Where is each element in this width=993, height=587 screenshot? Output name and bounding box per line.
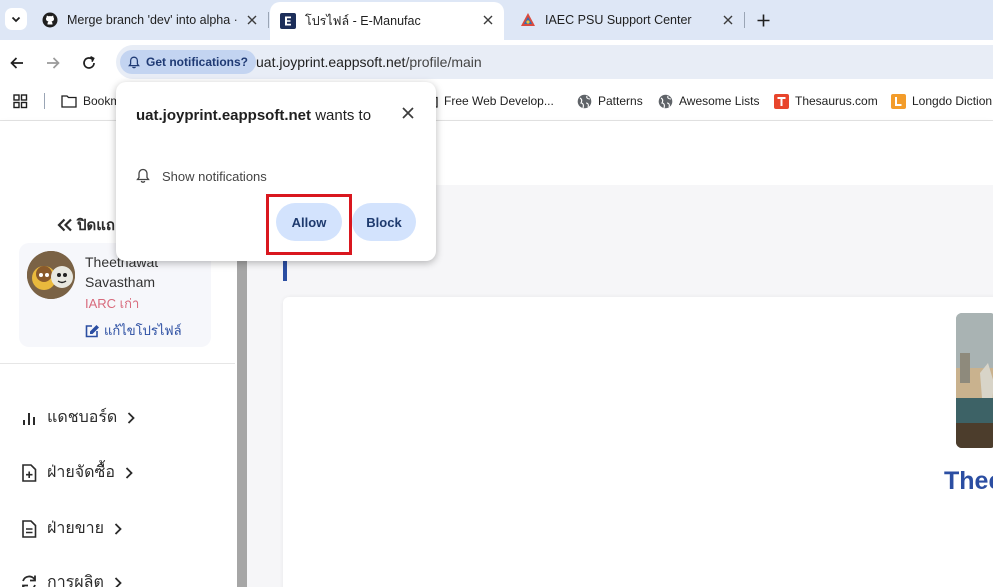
github-icon bbox=[42, 12, 58, 28]
url-domain: uat.joyprint.eappsoft.net bbox=[256, 54, 406, 70]
popup-title-suffix: wants to bbox=[315, 107, 372, 124]
browser-toolbar: Get notifications? uat.joyprint.eappsoft… bbox=[0, 40, 993, 86]
e-logo-icon bbox=[280, 13, 296, 29]
close-popup-button[interactable] bbox=[399, 104, 417, 122]
profile-cover-image bbox=[956, 313, 993, 448]
back-button[interactable] bbox=[7, 53, 27, 73]
collapse-label: ปิดแถ bbox=[77, 217, 116, 234]
profile-name-heading: Thee bbox=[944, 467, 993, 495]
sidebar-divider bbox=[0, 363, 235, 364]
sidebar-item-sales[interactable]: ฝ่ายขาย bbox=[20, 516, 122, 541]
bookmark-label: Awesome Lists bbox=[679, 94, 760, 108]
bookmark-bookmarks-folder[interactable]: Bookm bbox=[61, 91, 120, 111]
tab-search-button[interactable] bbox=[5, 8, 27, 30]
tab-separator bbox=[268, 12, 269, 28]
iaec-logo-icon bbox=[520, 12, 536, 28]
folder-icon bbox=[61, 93, 77, 109]
chevron-right-icon bbox=[114, 522, 122, 535]
globe-icon bbox=[657, 93, 673, 109]
bookmark-free-web-develop[interactable]: Free Web Develop... bbox=[422, 91, 554, 111]
reload-icon bbox=[83, 56, 95, 69]
bookmark-label: Bookm bbox=[83, 94, 121, 108]
chevron-right-icon bbox=[125, 466, 133, 479]
double-chevron-left-icon bbox=[57, 218, 72, 232]
refresh-icon bbox=[20, 574, 38, 587]
bookmark-label: Free Web Develop... bbox=[444, 94, 554, 108]
bookmark-label: Patterns bbox=[598, 94, 643, 108]
plus-icon bbox=[757, 14, 769, 26]
document-icon bbox=[20, 519, 38, 538]
sidebar-item-label: ฝ่ายจัดซื้อ bbox=[47, 464, 115, 481]
sidebar-item-label: ฝ่ายขาย bbox=[47, 520, 105, 537]
tab-title: โปรไฟล์ - E-Manufac bbox=[305, 14, 421, 28]
bookmark-thesaurus[interactable]: Thesaurus.com bbox=[773, 91, 878, 111]
arrow-left-icon bbox=[10, 57, 23, 69]
profile-role: IARC เก่า bbox=[85, 296, 140, 311]
sidebar-item-production[interactable]: การผลิต bbox=[20, 570, 122, 587]
apps-grid-icon bbox=[13, 94, 28, 109]
address-bar[interactable]: Get notifications? uat.joyprint.eappsoft… bbox=[116, 45, 993, 79]
chevron-down-icon bbox=[11, 16, 21, 23]
new-tab-button[interactable] bbox=[754, 11, 772, 29]
globe-icon bbox=[576, 93, 592, 109]
bookmark-patterns[interactable]: Patterns bbox=[576, 91, 643, 111]
longdo-icon bbox=[890, 93, 906, 109]
reload-button[interactable] bbox=[79, 53, 99, 73]
arrow-right-icon bbox=[47, 57, 60, 69]
popup-site: uat.joyprint.eappsoft.net bbox=[136, 107, 312, 124]
tab-github[interactable]: Merge branch 'dev' into alpha · bbox=[32, 0, 268, 40]
sidebar-item-purchasing[interactable]: ฝ่ายจัดซื้อ bbox=[20, 460, 133, 485]
bookmark-label: Longdo Diction bbox=[912, 94, 993, 108]
thesaurus-icon bbox=[773, 93, 789, 109]
close-tab-icon[interactable] bbox=[720, 12, 736, 28]
profile-content-card bbox=[283, 297, 993, 587]
forward-button[interactable] bbox=[43, 53, 63, 73]
apps-button[interactable] bbox=[12, 91, 28, 111]
tab-strip: Merge branch 'dev' into alpha · โปรไฟล์ … bbox=[0, 0, 993, 40]
notification-chip-label: Get notifications? bbox=[146, 55, 248, 69]
edit-profile-label: แก้ไขโปรไฟล์ bbox=[104, 323, 182, 338]
close-tab-icon[interactable] bbox=[480, 12, 496, 28]
block-button[interactable]: Block bbox=[352, 203, 416, 241]
tab-separator bbox=[744, 12, 745, 28]
sidebar-item-label: การผลิต bbox=[47, 574, 104, 587]
close-tab-icon[interactable] bbox=[244, 12, 260, 28]
bookmark-awesome-lists[interactable]: Awesome Lists bbox=[657, 91, 759, 111]
sidebar-item-label: แดชบอร์ด bbox=[47, 409, 118, 426]
url-path: /profile/main bbox=[405, 54, 482, 70]
popup-title: uat.joyprint.eappsoft.net wants to bbox=[136, 104, 386, 127]
bookmarks-separator bbox=[44, 93, 45, 109]
bar-chart-icon bbox=[20, 409, 38, 427]
edit-profile-link[interactable]: แก้ไขโปรไฟล์ bbox=[85, 320, 182, 341]
bell-icon bbox=[136, 168, 150, 183]
tab-emanufac[interactable]: โปรไฟล์ - E-Manufac bbox=[270, 2, 504, 40]
file-plus-icon bbox=[20, 463, 38, 482]
permission-row: Show notifications bbox=[136, 168, 267, 184]
collapse-sidebar-button[interactable]: ปิดแถ bbox=[57, 213, 115, 237]
bookmark-longdo[interactable]: Longdo Diction bbox=[890, 91, 992, 111]
tab-iaec[interactable]: IAEC PSU Support Center bbox=[508, 0, 744, 40]
edit-icon bbox=[85, 324, 99, 337]
bookmark-label: Thesaurus.com bbox=[795, 94, 878, 108]
chevron-right-icon bbox=[114, 576, 122, 587]
allow-highlight-box bbox=[266, 194, 352, 255]
tab-title: Merge branch 'dev' into alpha · bbox=[67, 13, 238, 27]
permission-label: Show notifications bbox=[162, 168, 267, 184]
close-icon bbox=[402, 107, 414, 119]
notification-permission-chip[interactable]: Get notifications? bbox=[120, 50, 256, 74]
bell-icon bbox=[128, 56, 140, 68]
avatar bbox=[27, 251, 75, 299]
chevron-right-icon bbox=[128, 411, 136, 424]
tab-title: IAEC PSU Support Center bbox=[545, 13, 692, 27]
url-text[interactable]: uat.joyprint.eappsoft.net/profile/main bbox=[256, 54, 482, 70]
sidebar-item-dashboard[interactable]: แดชบอร์ด bbox=[20, 405, 136, 430]
